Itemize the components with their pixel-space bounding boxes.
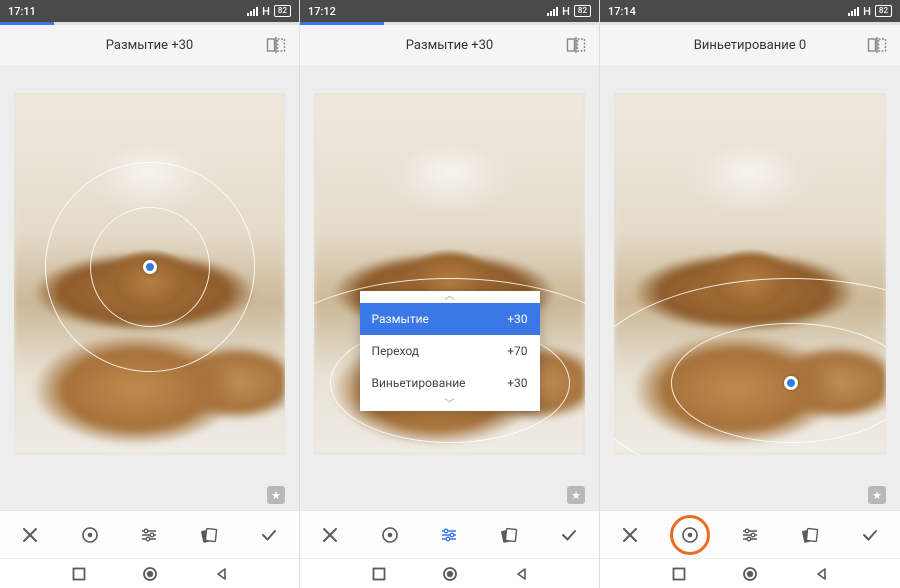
android-nav xyxy=(300,558,599,588)
compare-icon[interactable] xyxy=(265,34,287,56)
battery-icon: 82 xyxy=(875,5,892,17)
edit-canvas[interactable]: ★ xyxy=(600,65,900,510)
sliders-button[interactable] xyxy=(732,517,768,553)
signal-icon xyxy=(247,6,258,16)
status-net: H xyxy=(863,5,871,18)
favorite-badge[interactable]: ★ xyxy=(267,486,285,504)
tool-progress xyxy=(0,22,299,25)
status-net: H xyxy=(562,5,570,18)
status-bar: 17:12 H 82 xyxy=(300,0,599,22)
menu-row-2[interactable]: Виньетирование +30 xyxy=(360,367,540,399)
tool-title: Размытие +30 xyxy=(334,38,565,53)
edit-canvas[interactable]: ★ ︿ Размытие +30 Переход +70 Виньетирован… xyxy=(300,65,599,510)
favorite-badge[interactable]: ★ xyxy=(868,486,886,504)
status-time: 17:12 xyxy=(308,5,336,18)
tool-title: Размытие +30 xyxy=(34,38,265,53)
styles-button[interactable] xyxy=(792,517,828,553)
focus-center-dot[interactable] xyxy=(143,260,157,274)
close-button[interactable] xyxy=(612,517,648,553)
menu-row-label: Виньетирование xyxy=(372,376,466,390)
status-time: 17:14 xyxy=(608,5,636,18)
tutorial-highlight xyxy=(670,515,710,555)
menu-row-0[interactable]: Размытие +30 xyxy=(360,303,540,335)
nav-home-button[interactable] xyxy=(742,566,758,582)
apply-button[interactable] xyxy=(852,517,888,553)
nav-recent-button[interactable] xyxy=(672,567,686,581)
sliders-button[interactable] xyxy=(431,517,467,553)
styles-button[interactable] xyxy=(491,517,527,553)
android-nav xyxy=(0,558,299,588)
chevron-down-icon[interactable]: ﹀ xyxy=(360,399,540,411)
android-nav xyxy=(600,558,900,588)
phone-screen-0: 17:11 H 82 Размытие +30 ★ xyxy=(0,0,300,588)
focus-center-dot[interactable] xyxy=(784,376,798,390)
menu-row-value: +70 xyxy=(507,344,527,358)
sliders-button[interactable] xyxy=(131,517,167,553)
status-right: H 82 xyxy=(848,5,892,18)
nav-home-button[interactable] xyxy=(142,566,158,582)
tool-progress xyxy=(300,22,599,25)
signal-icon xyxy=(848,6,859,16)
menu-row-1[interactable]: Переход +70 xyxy=(360,335,540,367)
status-right: H 82 xyxy=(247,5,291,18)
chevron-up-icon[interactable]: ︿ xyxy=(360,291,540,303)
favorite-badge[interactable]: ★ xyxy=(567,486,585,504)
phone-screen-2: 17:14 H 82 Виньетирование 0 ★ xyxy=(600,0,900,588)
apply-button[interactable] xyxy=(251,517,287,553)
focus-shape-button[interactable] xyxy=(72,517,108,553)
menu-row-value: +30 xyxy=(507,312,527,326)
bottom-toolbar xyxy=(300,510,599,558)
bottom-toolbar xyxy=(0,510,299,558)
compare-icon[interactable] xyxy=(866,34,888,56)
battery-icon: 82 xyxy=(574,5,591,17)
adjust-menu[interactable]: ︿ Размытие +30 Переход +70 Виньетировани… xyxy=(360,291,540,411)
tool-progress xyxy=(600,22,900,25)
apply-button[interactable] xyxy=(551,517,587,553)
status-right: H 82 xyxy=(547,5,591,18)
photo[interactable] xyxy=(614,93,886,455)
nav-back-button[interactable] xyxy=(214,567,228,581)
close-button[interactable] xyxy=(312,517,348,553)
nav-back-button[interactable] xyxy=(814,567,828,581)
status-time: 17:11 xyxy=(8,5,36,18)
nav-back-button[interactable] xyxy=(514,567,528,581)
nav-recent-button[interactable] xyxy=(72,567,86,581)
bottom-toolbar xyxy=(600,510,900,558)
focus-shape-button[interactable] xyxy=(672,517,708,553)
phone-screen-1: 17:12 H 82 Размытие +30 ★ ︿ Размытие +30 … xyxy=(300,0,600,588)
menu-row-label: Размытие xyxy=(372,312,429,326)
compare-icon[interactable] xyxy=(565,34,587,56)
focus-shape-button[interactable] xyxy=(372,517,408,553)
battery-icon: 82 xyxy=(274,5,291,17)
tool-header: Размытие +30 xyxy=(0,25,299,65)
status-bar: 17:11 H 82 xyxy=(0,0,299,22)
photo[interactable] xyxy=(14,93,285,455)
close-button[interactable] xyxy=(12,517,48,553)
status-net: H xyxy=(262,5,270,18)
edit-canvas[interactable]: ★ xyxy=(0,65,299,510)
tool-title: Виньетирование 0 xyxy=(634,38,866,53)
tool-header: Размытие +30 xyxy=(300,25,599,65)
signal-icon xyxy=(547,6,558,16)
menu-row-value: +30 xyxy=(507,376,527,390)
status-bar: 17:14 H 82 xyxy=(600,0,900,22)
nav-recent-button[interactable] xyxy=(372,567,386,581)
styles-button[interactable] xyxy=(191,517,227,553)
menu-row-label: Переход xyxy=(372,344,420,358)
tool-header: Виньетирование 0 xyxy=(600,25,900,65)
nav-home-button[interactable] xyxy=(442,566,458,582)
